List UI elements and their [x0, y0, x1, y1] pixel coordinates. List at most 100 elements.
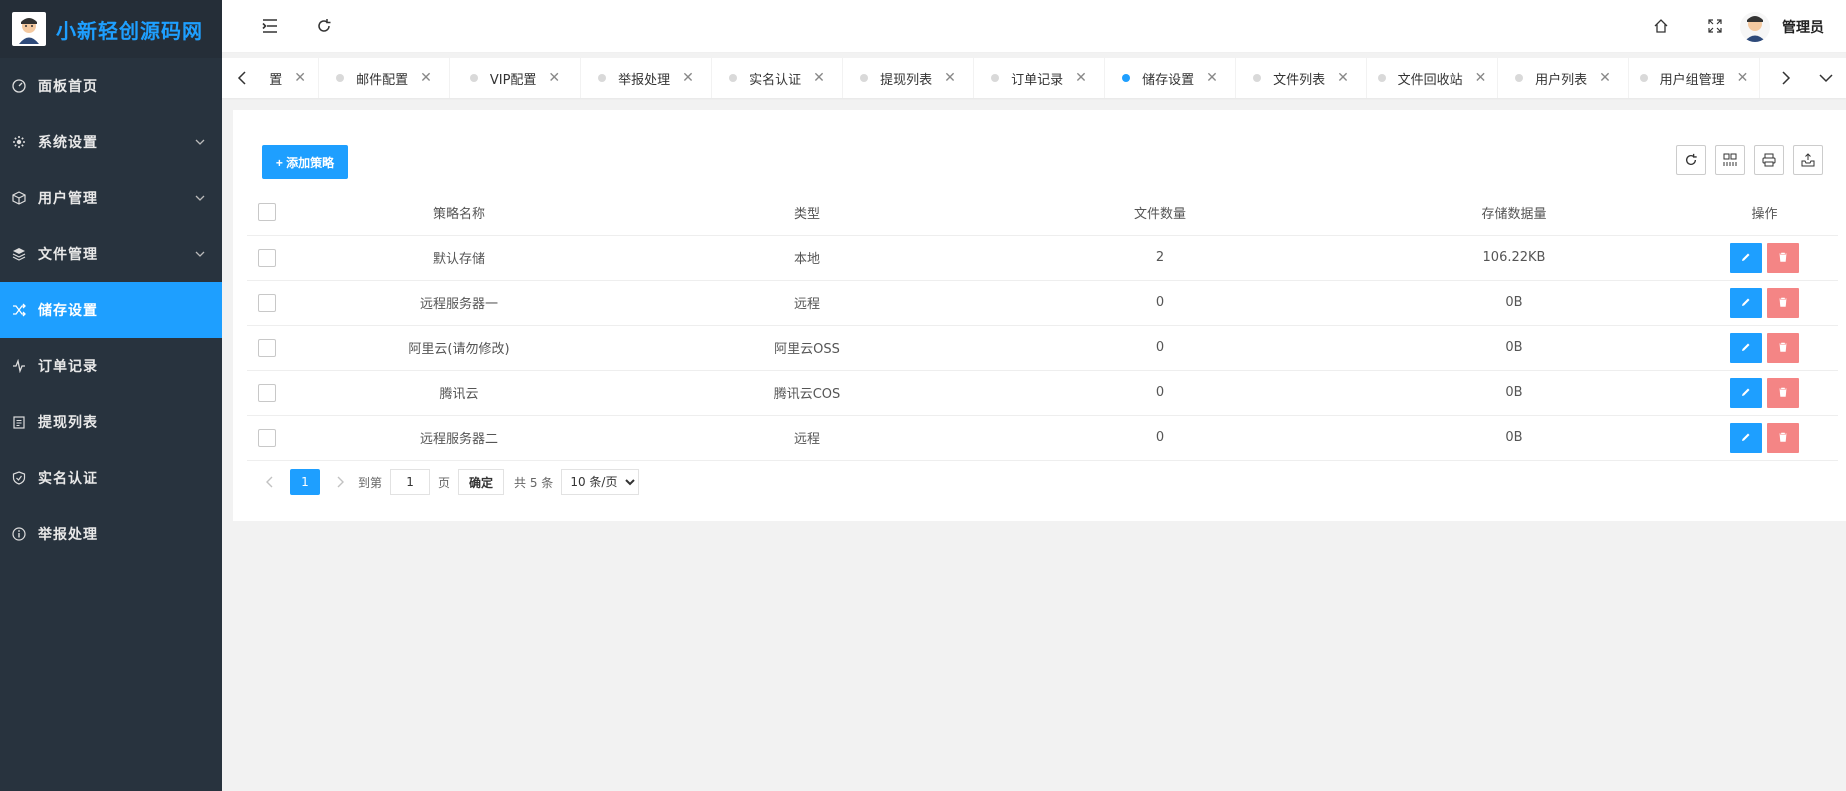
cell-type: 远程	[631, 280, 983, 326]
close-icon[interactable]: ✕	[1337, 71, 1349, 85]
prev-page-icon[interactable]	[260, 468, 280, 496]
tab-4[interactable]: 实名认证 ✕	[712, 58, 843, 98]
edit-button[interactable]	[1730, 377, 1762, 408]
tab-11[interactable]: 用户组管理 ✕	[1629, 58, 1760, 98]
select-all-checkbox[interactable]	[258, 203, 276, 222]
home-icon[interactable]	[1649, 14, 1673, 38]
tab-9[interactable]: 文件回收站 ✕	[1367, 58, 1498, 98]
tab-0[interactable]: 置 ✕	[262, 58, 319, 98]
edit-button[interactable]	[1730, 422, 1762, 453]
cell-size: 0B	[1337, 415, 1691, 461]
tab-8[interactable]: 文件列表 ✕	[1236, 58, 1367, 98]
close-icon[interactable]: ✕	[813, 71, 825, 85]
col-header-type[interactable]: 类型	[631, 190, 983, 236]
close-icon[interactable]: ✕	[420, 71, 432, 85]
refresh-table-icon[interactable]	[1676, 145, 1706, 175]
goto-confirm-button[interactable]: 确定	[458, 469, 505, 495]
edit-button[interactable]	[1730, 287, 1762, 318]
table-row: 远程服务器一 远程 0 0B	[247, 280, 1838, 326]
chevron-down-icon	[194, 248, 206, 260]
cell-size: 0B	[1337, 325, 1691, 371]
tab-dot-icon	[1515, 74, 1524, 82]
chevron-down-icon	[194, 136, 206, 148]
edit-button[interactable]	[1730, 242, 1762, 273]
delete-button[interactable]	[1767, 422, 1799, 453]
row-checkbox[interactable]	[258, 428, 276, 447]
cell-count: 0	[983, 280, 1337, 326]
close-icon[interactable]: ✕	[1206, 71, 1218, 85]
close-icon[interactable]: ✕	[1737, 71, 1749, 85]
cell-name: 腾讯云	[287, 370, 631, 416]
tab-label: 置	[269, 72, 283, 88]
page-unit-label: 页	[438, 475, 451, 490]
tab-5[interactable]: 提现列表 ✕	[843, 58, 974, 98]
delete-button[interactable]	[1767, 332, 1799, 363]
goto-page-input[interactable]	[390, 469, 431, 495]
tab-6[interactable]: 订单记录 ✕	[974, 58, 1105, 98]
total-count: 共 5 条	[514, 475, 554, 490]
next-page-icon[interactable]	[330, 468, 350, 496]
col-header-name[interactable]: 策略名称	[287, 190, 631, 236]
columns-filter-icon[interactable]	[1715, 145, 1745, 175]
close-icon[interactable]: ✕	[1475, 71, 1487, 85]
sidebar-item-0[interactable]: 面板首页	[0, 58, 222, 114]
row-select-cell	[247, 415, 287, 461]
cell-actions	[1691, 280, 1838, 326]
goto-label: 到第	[358, 475, 383, 490]
cell-count: 0	[983, 415, 1337, 461]
tabs-scroll-left-icon[interactable]	[222, 58, 262, 98]
logo[interactable]: 小新轻创源码网	[0, 0, 222, 58]
tab-1[interactable]: 邮件配置 ✕	[319, 58, 450, 98]
tab-3[interactable]: 举报处理 ✕	[581, 58, 712, 98]
row-checkbox[interactable]	[258, 383, 276, 402]
tab-label: 实名认证	[749, 72, 802, 88]
close-icon[interactable]: ✕	[294, 71, 306, 85]
close-icon[interactable]: ✕	[944, 71, 956, 85]
delete-button[interactable]	[1767, 287, 1799, 318]
tabs-scroll-right-icon[interactable]	[1766, 58, 1806, 98]
delete-button[interactable]	[1767, 377, 1799, 408]
row-checkbox[interactable]	[258, 293, 276, 312]
current-page-button[interactable]: 1	[290, 469, 320, 495]
sidebar-item-6[interactable]: 提现列表	[0, 394, 222, 450]
sidebar-item-4[interactable]: 储存设置	[0, 282, 222, 338]
edit-button[interactable]	[1730, 332, 1762, 363]
export-icon[interactable]	[1793, 145, 1823, 175]
sidebar-item-3[interactable]: 文件管理	[0, 226, 222, 282]
menu-toggle-icon[interactable]	[258, 14, 282, 38]
print-icon[interactable]	[1754, 145, 1784, 175]
chevron-down-icon	[194, 192, 206, 204]
policy-table: 策略名称 类型 文件数量 存储数据量 操作 默认存储 本地 2 106.22KB 远程服…	[247, 190, 1838, 461]
sidebar-item-8[interactable]: 举报处理	[0, 506, 222, 562]
col-header-size[interactable]: 存储数据量	[1337, 190, 1691, 236]
tab-2[interactable]: VIP配置 ✕	[450, 58, 581, 98]
tab-10[interactable]: 用户列表 ✕	[1498, 58, 1629, 98]
cell-size: 0B	[1337, 280, 1691, 326]
delete-button[interactable]	[1767, 242, 1799, 273]
tab-7[interactable]: 储存设置 ✕	[1105, 58, 1236, 98]
sidebar-item-5[interactable]: 订单记录	[0, 338, 222, 394]
col-header-count[interactable]: 文件数量	[983, 190, 1337, 236]
table-header-row: 策略名称 类型 文件数量 存储数据量 操作	[247, 190, 1838, 236]
sidebar-item-7[interactable]: 实名认证	[0, 450, 222, 506]
close-icon[interactable]: ✕	[1599, 71, 1611, 85]
add-policy-button[interactable]: + 添加策略	[262, 145, 348, 179]
refresh-icon[interactable]	[312, 14, 336, 38]
close-icon[interactable]: ✕	[682, 71, 694, 85]
sidebar-item-1[interactable]: 系统设置	[0, 114, 222, 170]
sidebar-item-2[interactable]: 用户管理	[0, 170, 222, 226]
clipboard-icon	[12, 415, 26, 429]
page-size-select[interactable]: 10 条/页	[561, 469, 640, 495]
select-all-cell	[247, 190, 287, 236]
close-icon[interactable]: ✕	[1075, 71, 1087, 85]
close-icon[interactable]: ✕	[548, 71, 560, 85]
row-checkbox[interactable]	[258, 248, 276, 267]
gear-icon	[12, 135, 26, 149]
avatar	[1740, 12, 1770, 42]
fullscreen-icon[interactable]	[1703, 14, 1727, 38]
row-checkbox[interactable]	[258, 338, 276, 357]
tabs-menu-chevron-down-icon[interactable]	[1806, 58, 1846, 98]
user-menu[interactable]: 管理员	[1740, 12, 1824, 42]
table-row: 腾讯云 腾讯云COS 0 0B	[247, 370, 1838, 416]
tab-label: VIP配置	[489, 72, 537, 88]
